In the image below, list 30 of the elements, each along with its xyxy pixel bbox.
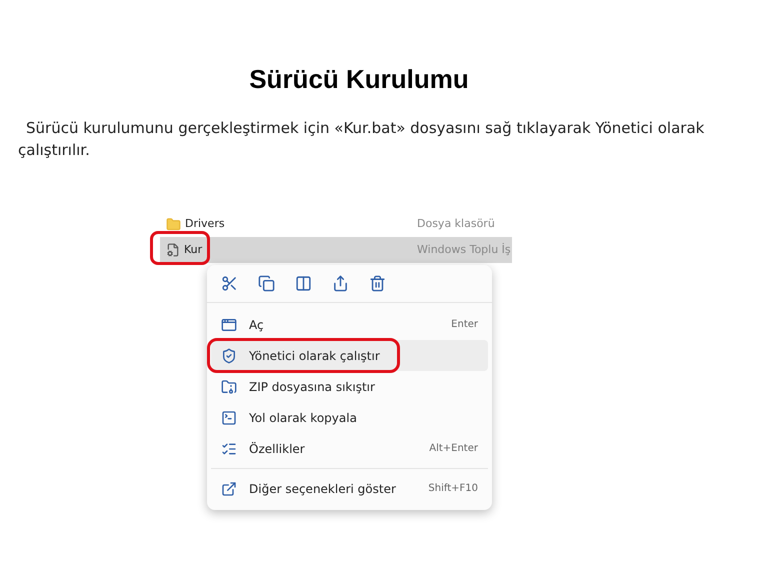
window-icon — [221, 316, 237, 332]
menu-item[interactable]: Aç Enter — [211, 309, 488, 340]
share-icon[interactable] — [332, 275, 349, 292]
slide-title: Sürücü Kurulumu — [249, 63, 469, 96]
menu-item[interactable]: ZIP dosyasına sıkıştır — [211, 371, 488, 402]
file-icon — [166, 243, 180, 257]
file-type: Dosya klasörü — [417, 216, 495, 232]
shortcut-label: Alt+Enter — [429, 442, 478, 456]
shortcut-label: Enter — [451, 318, 478, 332]
file-name: Drivers — [185, 216, 225, 232]
copy-icon[interactable] — [258, 275, 275, 292]
folder-icon — [166, 216, 181, 232]
file-row[interactable]: Drivers Dosya klasörü — [160, 211, 512, 237]
shield-icon — [221, 348, 237, 364]
menu-item[interactable]: Özellikler Alt+Enter — [211, 433, 488, 464]
menu-item[interactable]: Diğer seçenekleri göster Shift+F10 — [211, 473, 488, 504]
file-row[interactable]: Kur Windows Toplu İş — [160, 237, 512, 263]
list-icon — [221, 440, 237, 456]
delete-icon[interactable] — [369, 275, 386, 292]
shortcut-label: Shift+F10 — [428, 482, 478, 496]
path-icon — [221, 410, 237, 426]
file-name: Kur — [184, 242, 202, 258]
menu-item[interactable]: Yol olarak kopyala — [211, 402, 488, 433]
cut-icon[interactable] — [221, 275, 238, 292]
file-type: Windows Toplu İş — [417, 242, 511, 258]
instruction-paragraph: Sürücü kurulumunu gerçekleştirmek için «Kur.bat» dosyasını sağ tıklayarak Yönetici olarak çalıştırılır. — [18, 118, 706, 161]
menu-item[interactable]: Yönetici olarak çalıştır — [211, 340, 488, 371]
external-icon — [221, 480, 237, 496]
rename-icon[interactable] — [295, 275, 312, 292]
archive-icon — [221, 378, 237, 394]
